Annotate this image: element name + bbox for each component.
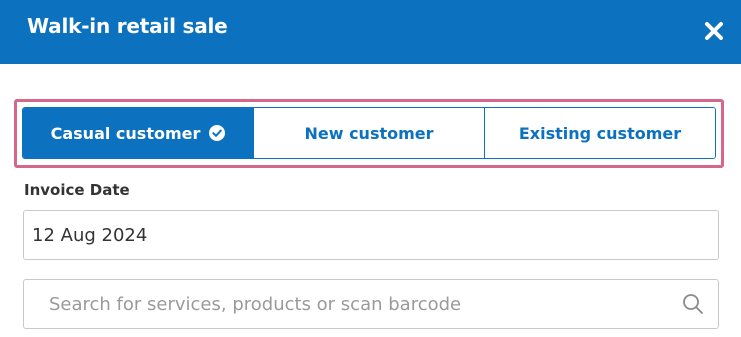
check-circle-icon [209, 125, 226, 141]
dialog-header: Walk-in retail sale [0, 0, 741, 64]
invoice-date-input[interactable] [23, 210, 719, 260]
invoice-date-label: Invoice Date [24, 181, 130, 199]
search-field [23, 279, 719, 329]
new-customer-label: New customer [304, 123, 434, 143]
customer-type-selector: Casual customer New customer Existing cu… [22, 107, 716, 159]
new-customer-option[interactable]: New customer [253, 108, 484, 158]
search-input[interactable] [24, 280, 664, 328]
close-button[interactable] [701, 18, 727, 44]
search-icon[interactable] [681, 292, 705, 316]
casual-customer-label: Casual customer [50, 123, 201, 143]
existing-customer-option[interactable]: Existing customer [484, 108, 715, 158]
casual-customer-option[interactable]: Casual customer [23, 108, 253, 158]
walk-in-sale-dialog: Walk-in retail sale Casual customer New … [0, 0, 741, 337]
dialog-title: Walk-in retail sale [27, 14, 228, 38]
existing-customer-label: Existing customer [518, 123, 682, 143]
close-icon [705, 22, 723, 40]
